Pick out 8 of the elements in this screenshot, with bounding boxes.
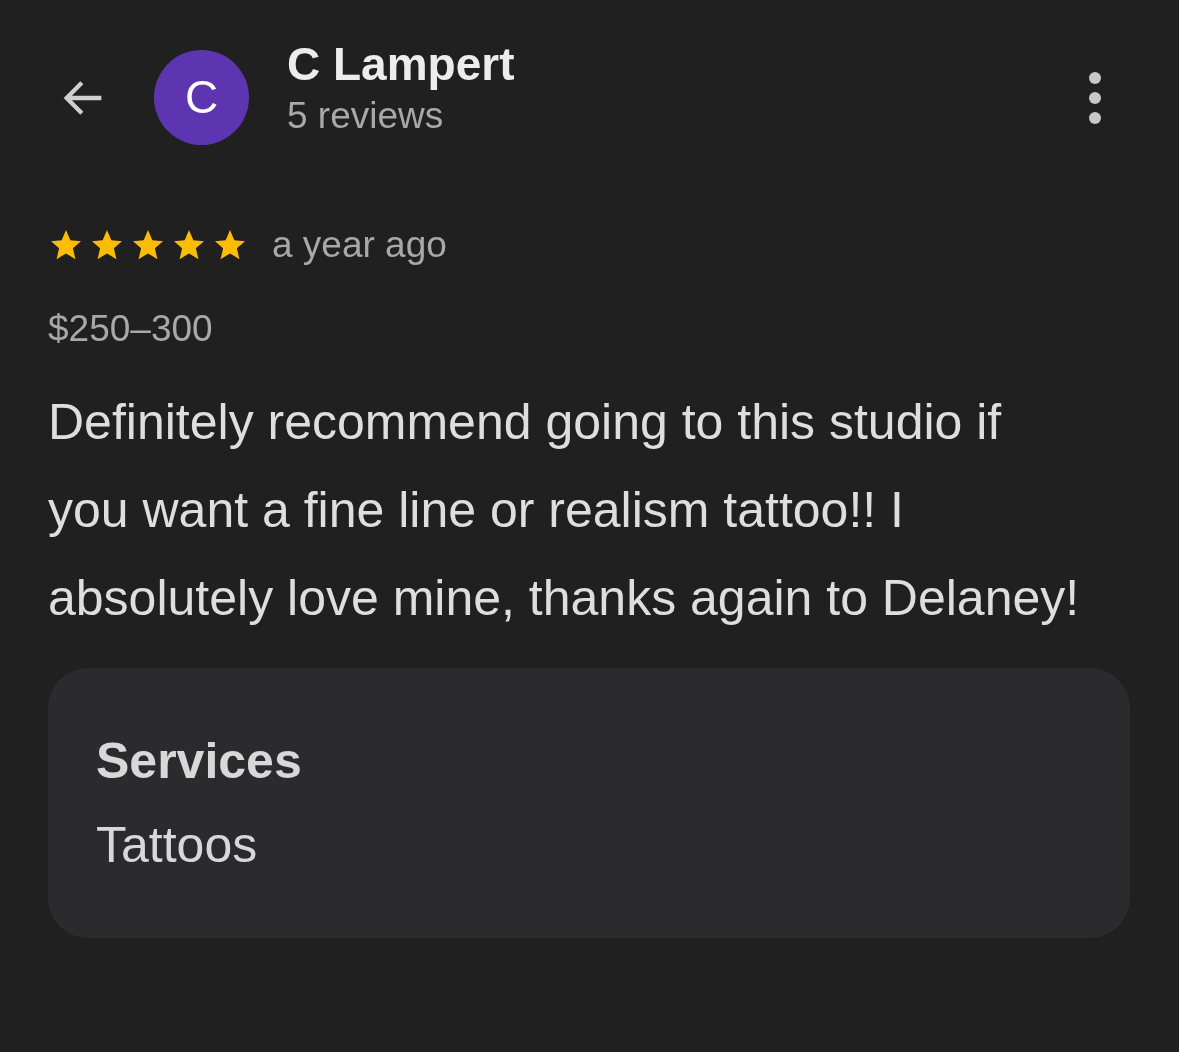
price-range: $250–300 (48, 306, 214, 351)
review-count: 5 reviews (287, 93, 445, 138)
review-time: a year ago (272, 223, 447, 267)
services-label: Services (96, 732, 303, 791)
services-value: Tattoos (96, 816, 259, 875)
avatar: C (154, 50, 249, 145)
reviewer-name: C Lampert (287, 36, 515, 92)
review-text: Definitely recommend going to this studio if you want a fine line or realism tattoo!! I absolutely love mine, thanks again to Delaney! (48, 393, 1081, 628)
